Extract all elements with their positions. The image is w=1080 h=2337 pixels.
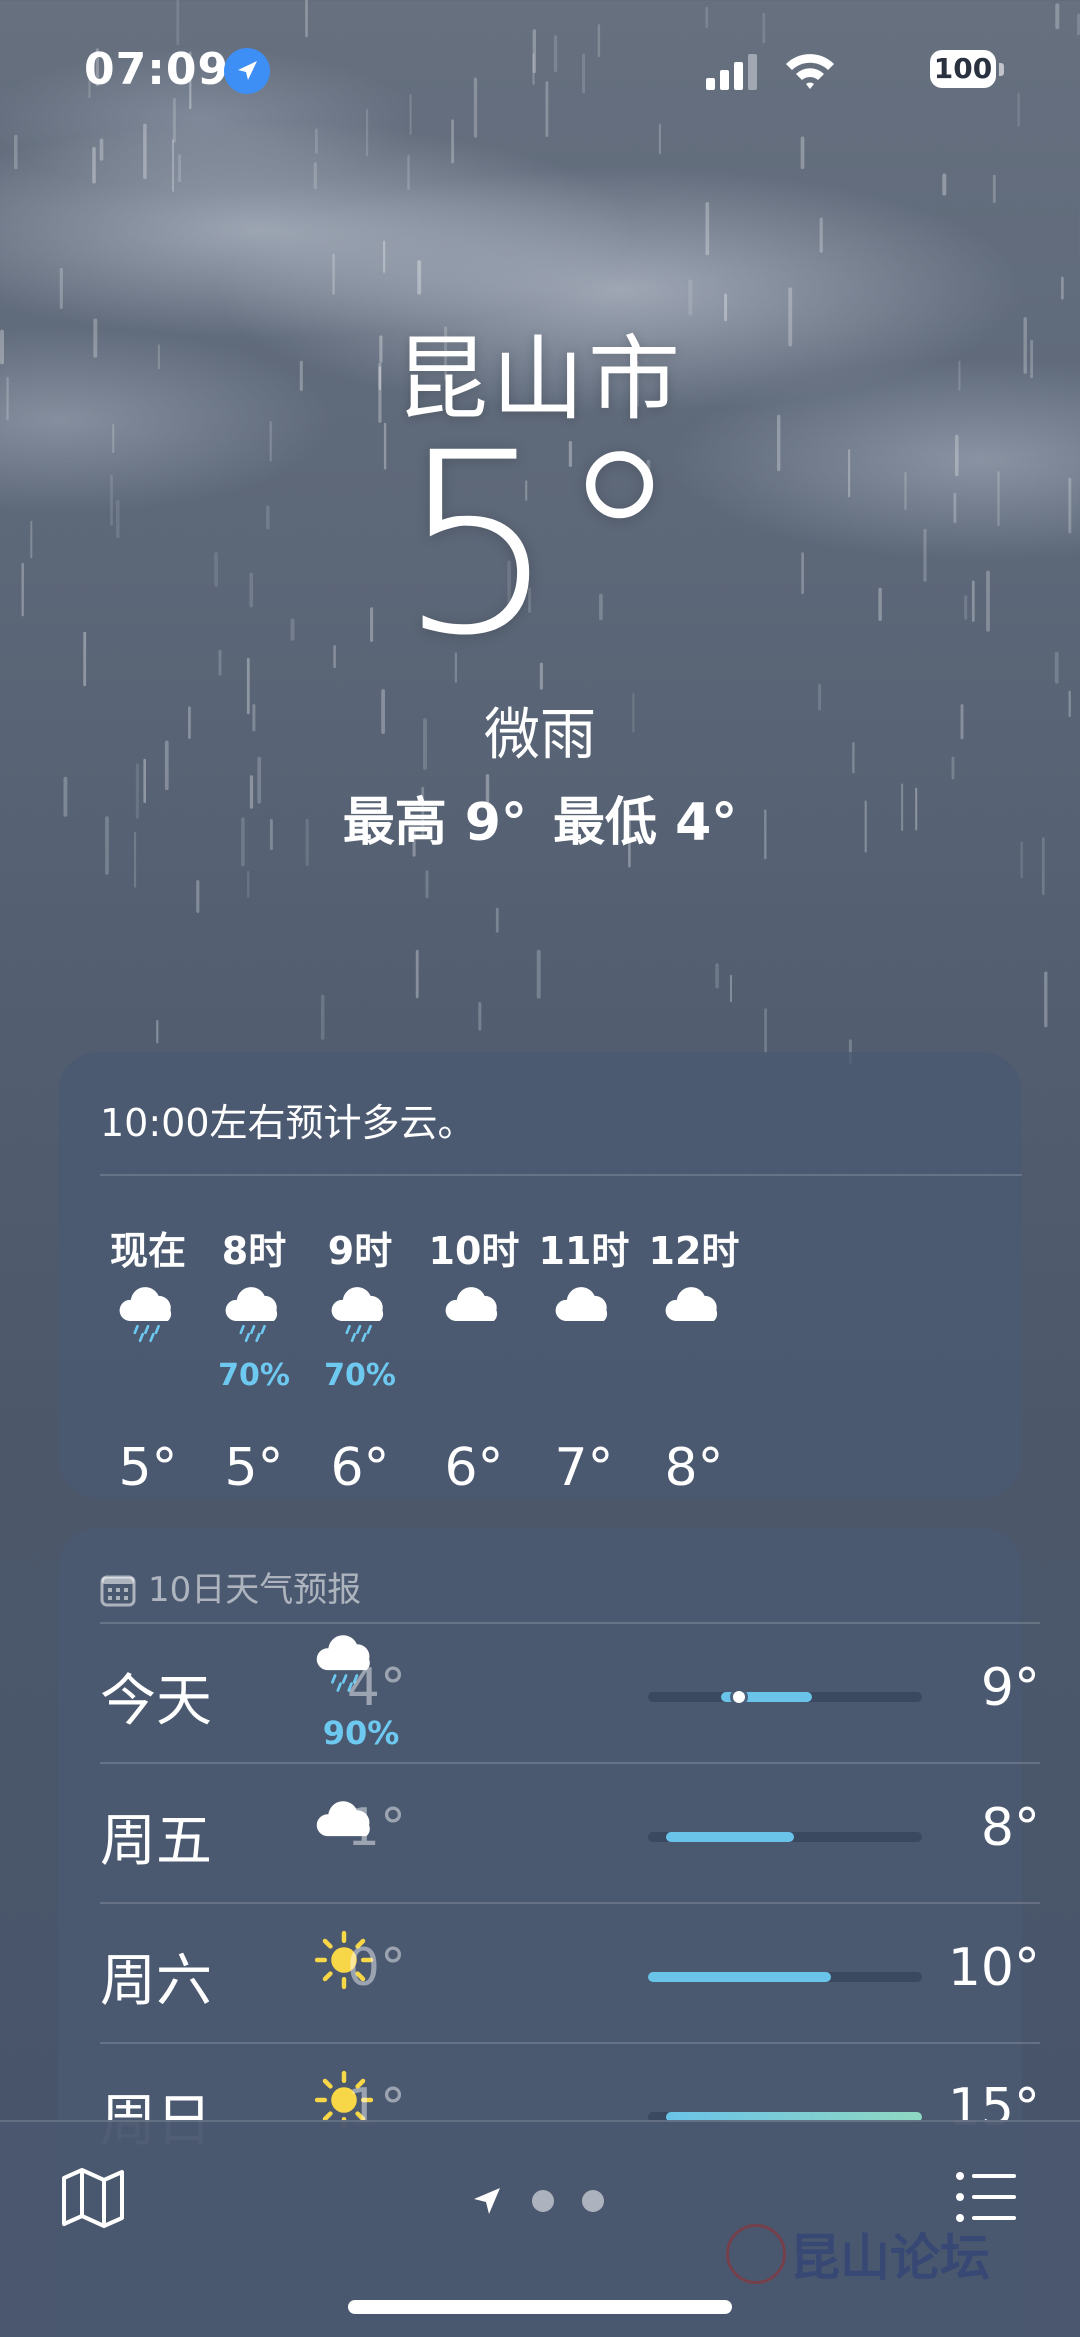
temperature-range-fill (666, 1832, 795, 1842)
hour-temperature: 8° (664, 1438, 724, 1498)
current-condition: 微雨 (484, 703, 596, 768)
hour-label: 12时 (648, 1229, 740, 1273)
precipitation-chance: 70% (324, 1358, 396, 1393)
low-temperature: 0° (346, 1938, 406, 1998)
home-indicator[interactable] (348, 2300, 732, 2314)
high-temperature: 最高 9° (342, 793, 527, 853)
battery-icon: 100 (930, 50, 996, 88)
daily-forecast-header: 10日天气预报 (100, 1562, 361, 1611)
map-icon[interactable] (58, 2162, 128, 2232)
temperature-range-bar (648, 1691, 922, 1703)
low-temperature: 1° (346, 1798, 406, 1858)
current-temperature: 5° (397, 399, 683, 690)
temperature-range-fill (648, 1972, 831, 1982)
location-arrow-icon (474, 2188, 500, 2214)
high-temperature: 10° (947, 1938, 1040, 1998)
temperature-range-bar (648, 1972, 922, 1982)
high-low: 最高 9° 最低 4° (0, 780, 1080, 855)
calendar-icon (100, 1575, 136, 1607)
daily-row[interactable]: 周五 1° 8° (100, 1762, 1040, 1904)
low-temperature: 最低 4° (553, 793, 738, 853)
high-temperature: 9° (980, 1658, 1040, 1718)
hourly-summary: 10:00左右预计多云。 (100, 1101, 476, 1145)
watermark-text: 昆山论坛 (790, 2228, 990, 2287)
wifi-icon (786, 54, 834, 89)
precipitation-chance: 90% (322, 1714, 400, 1752)
temperature-range-bar (648, 1832, 922, 1842)
watermark-logo (726, 2224, 786, 2284)
daily-row[interactable]: 今天 90% 4° 9° (100, 1622, 1040, 1764)
page-indicator[interactable] (470, 2178, 620, 2218)
low-temperature: 4° (346, 1658, 406, 1718)
hourly-item: 12时 8° (624, 1220, 764, 1498)
daily-row[interactable]: 周六 0° 10° (100, 1902, 1040, 2044)
hourly-forecast-card[interactable]: 10:00左右预计多云。 现在 5° 8时 70% 5° 9时 70% 6° 1… (58, 1052, 1022, 1498)
status-time: 07:09 (84, 44, 230, 95)
divider (100, 1174, 1022, 1176)
high-temperature: 8° (980, 1798, 1040, 1858)
status-bar: 07:09 100 (0, 0, 1080, 140)
cloud-icon (624, 1284, 764, 1362)
page-dot[interactable] (582, 2190, 604, 2212)
battery-cap (999, 63, 1004, 76)
daily-forecast-title: 10日天气预报 (148, 1570, 362, 1610)
watermark: 昆山论坛 (726, 2218, 990, 2288)
cellular-signal-icon (706, 54, 757, 90)
location-arrow-icon (224, 48, 270, 94)
page-dot[interactable] (532, 2190, 554, 2212)
